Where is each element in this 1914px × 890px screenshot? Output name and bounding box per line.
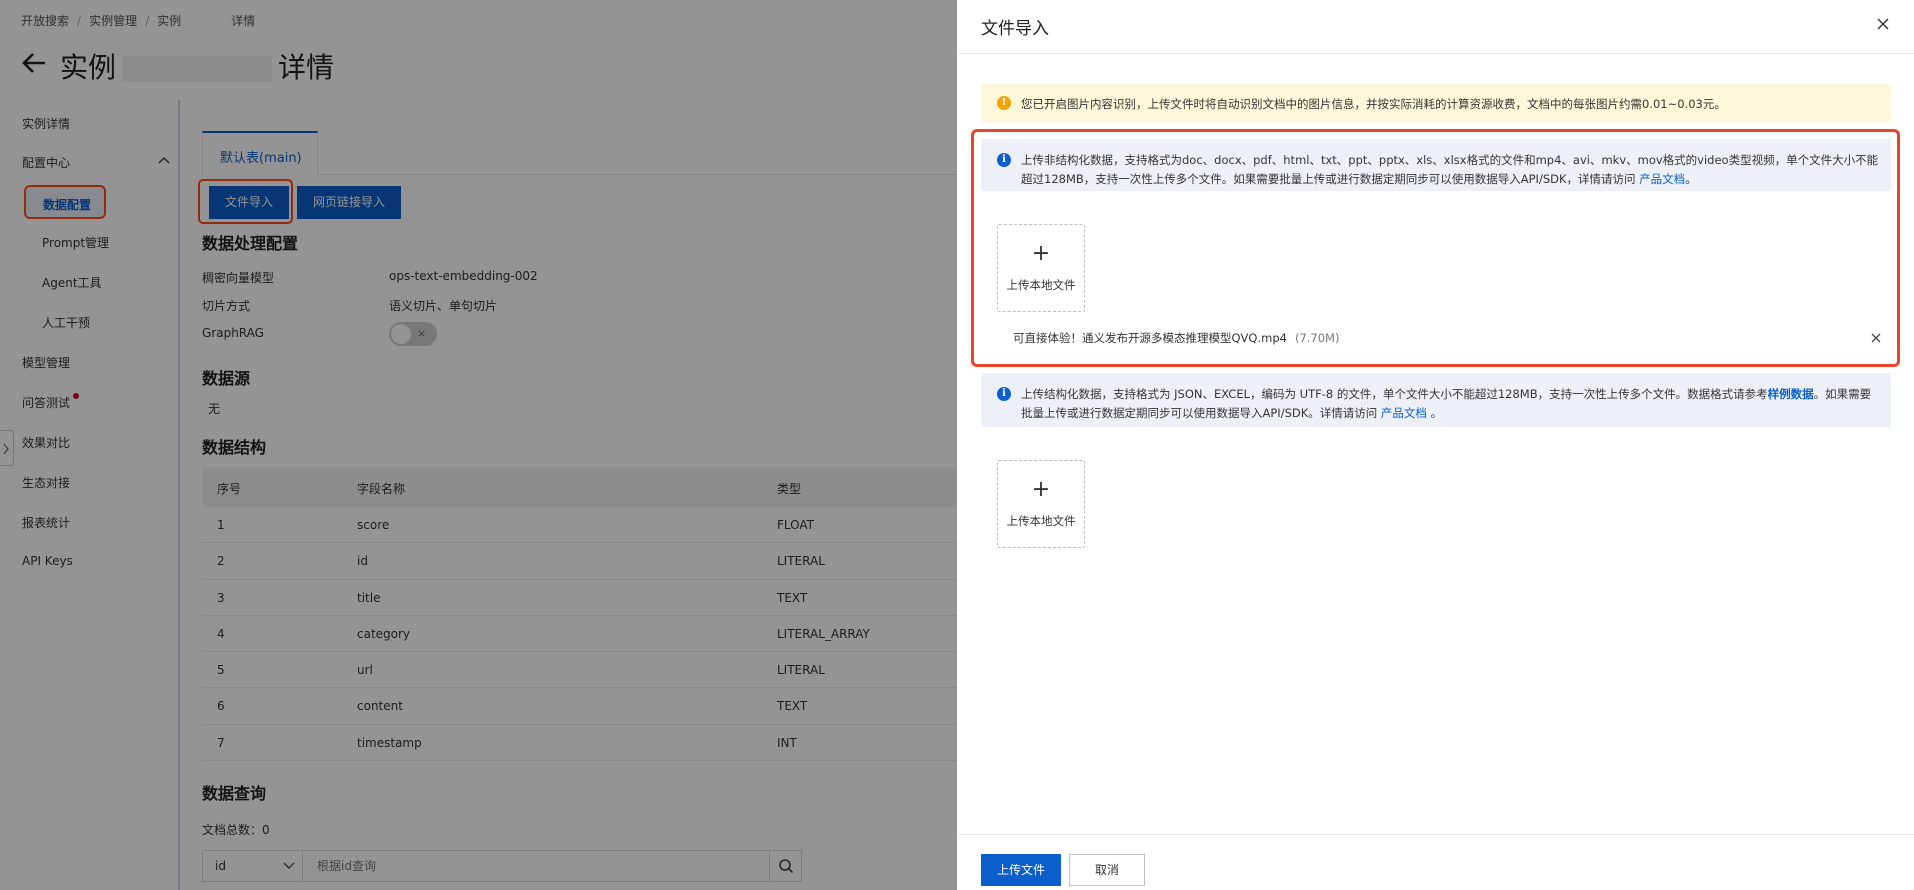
warning-icon: ! — [997, 96, 1011, 110]
remove-file-icon[interactable] — [1871, 333, 1881, 343]
product-doc-link[interactable]: 产品文档 — [1639, 172, 1685, 186]
drawer-title: 文件导入 — [981, 19, 1049, 39]
cancel-button[interactable]: 取消 — [1069, 854, 1145, 886]
unstructured-info-alert: i 上传非结构化数据，支持格式为doc、docx、pdf、html、txt、pp… — [981, 139, 1891, 191]
upload-local-file-structured[interactable]: + 上传本地文件 — [997, 460, 1085, 548]
upload-local-file-unstructured[interactable]: + 上传本地文件 — [997, 224, 1085, 312]
upload-file-button[interactable]: 上传文件 — [981, 854, 1061, 886]
uploaded-file-name: 可直接体验！通义发布开源多模态推理模型QVQ.mp4 — [1013, 331, 1287, 345]
image-recognition-warning: ! 您已开启图片内容识别，上传文件时将自动识别文档中的图片信息，并按实际消耗的计… — [981, 84, 1891, 122]
product-doc-link[interactable]: 产品文档 — [1381, 406, 1427, 420]
uploaded-file-item: 可直接体验！通义发布开源多模态推理模型QVQ.mp4 (7.70M) — [1013, 330, 1881, 348]
close-icon[interactable] — [1876, 17, 1890, 31]
info-icon: i — [997, 153, 1011, 167]
info-icon: i — [997, 387, 1011, 401]
plus-icon: + — [1031, 241, 1051, 266]
file-import-drawer: 文件导入 ! 您已开启图片内容识别，上传文件时将自动识别文档中的图片信息，并按实… — [957, 0, 1914, 890]
plus-icon: + — [1031, 477, 1051, 502]
drawer-header: 文件导入 — [957, 0, 1914, 54]
modal-overlay[interactable] — [0, 0, 957, 890]
sample-data-link[interactable]: 样例数据 — [1768, 387, 1814, 401]
structured-info-alert: i 上传结构化数据，支持格式为 JSON、EXCEL，编码为 UTF-8 的文件… — [981, 373, 1891, 427]
uploaded-file-size: (7.70M) — [1294, 331, 1340, 345]
drawer-footer: 上传文件 取消 — [957, 834, 1914, 890]
